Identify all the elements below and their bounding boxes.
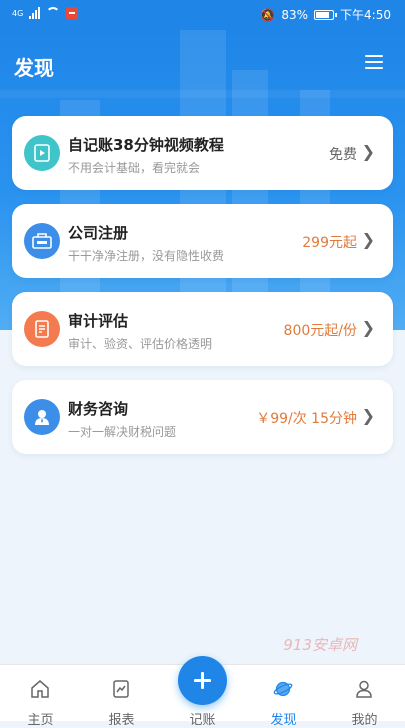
tab-home[interactable]: 主页	[0, 665, 81, 728]
card-subtitle: 不用会计基础，看完就会	[68, 161, 201, 175]
tab-label: 主页	[27, 713, 54, 728]
tab-label: 报表	[108, 713, 135, 728]
chevron-right-icon: ❯	[361, 142, 375, 161]
video-tutorial-icon	[24, 135, 60, 171]
network-type: 4G	[12, 8, 24, 18]
signal-icon	[29, 7, 41, 19]
service-card-company-registration[interactable]: 公司注册 干干净净注册，没有隐性收费 299元起 ❯	[12, 204, 393, 278]
notification-icon	[66, 7, 79, 19]
card-title: 公司注册	[68, 224, 129, 242]
discover-planet-icon	[273, 681, 293, 697]
wifi-icon	[46, 7, 61, 19]
home-icon	[31, 680, 49, 698]
service-card-financial-consulting[interactable]: 财务咨询 一对一解决财税问题 ￥99/次 15分钟 ❯	[12, 380, 393, 454]
tab-label: 发现	[270, 713, 297, 728]
company-registration-icon	[24, 223, 60, 259]
service-card-video-tutorial[interactable]: 自记账38分钟视频教程 不用会计基础，看完就会 免费 ❯	[12, 116, 393, 190]
status-bar: 4G 🔕 83% 下午4:50	[0, 0, 405, 30]
card-subtitle: 审计、验资、评估价格透明	[68, 337, 213, 351]
chevron-right-icon: ❯	[361, 318, 375, 337]
battery-icon	[314, 9, 338, 20]
background-line	[0, 90, 405, 98]
tab-profile[interactable]: 我的	[324, 665, 405, 728]
card-subtitle: 一对一解决财税问题	[68, 425, 177, 439]
report-icon	[113, 680, 129, 698]
card-price: 299元起	[302, 235, 357, 251]
profile-icon	[356, 680, 372, 698]
watermark: 913安卓网	[283, 636, 357, 654]
consultant-person-icon	[24, 399, 60, 435]
service-card-audit[interactable]: 审计评估 审计、验资、评估价格透明 800元起/份 ❯	[12, 292, 393, 366]
background-building	[232, 70, 268, 330]
menu-icon[interactable]	[365, 55, 383, 69]
card-title: 审计评估	[68, 312, 129, 330]
tab-label: 我的	[351, 713, 378, 728]
tab-label: 记账	[189, 713, 216, 728]
tab-discover[interactable]: 发现	[243, 665, 324, 728]
add-record-button[interactable]	[178, 656, 227, 705]
card-subtitle: 干干净净注册，没有隐性收费	[68, 249, 225, 263]
card-title: 自记账38分钟视频教程	[68, 136, 224, 154]
card-title: 财务咨询	[68, 400, 129, 418]
battery-percent: 83%	[281, 7, 309, 22]
clock-time: 下午4:50	[340, 8, 391, 22]
mute-icon: 🔕	[260, 7, 276, 22]
card-price: 免费	[329, 147, 357, 163]
chevron-right-icon: ❯	[361, 406, 375, 425]
chevron-right-icon: ❯	[361, 230, 375, 249]
card-price: ￥99/次 15分钟	[256, 411, 357, 427]
audit-document-icon	[24, 311, 60, 347]
card-price: 800元起/份	[283, 323, 357, 339]
page-title: 发现	[14, 56, 54, 80]
tab-report[interactable]: 报表	[81, 665, 162, 728]
